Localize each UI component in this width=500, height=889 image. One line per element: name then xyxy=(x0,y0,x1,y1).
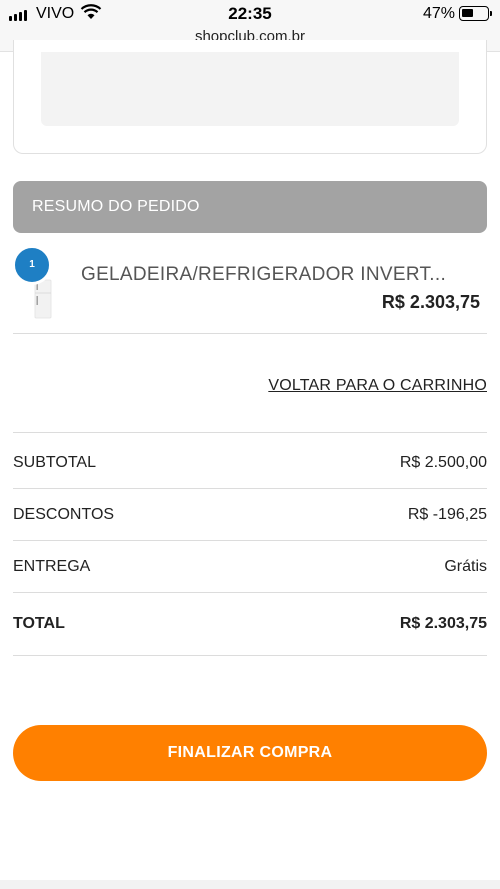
checkout-page: VIVO 22:35 47% shopclub.com.br RESUMO DO… xyxy=(0,0,500,889)
finalize-purchase-button[interactable]: FINALIZAR COMPRA xyxy=(13,725,487,781)
total-label: TOTAL xyxy=(13,615,65,632)
delivery-row: ENTREGA Grátis xyxy=(13,558,487,578)
quantity-badge: 1 xyxy=(12,245,52,285)
subtotal-row: SUBTOTAL R$ 2.500,00 xyxy=(13,454,487,474)
divider xyxy=(13,592,487,593)
subtotal-value: R$ 2.500,00 xyxy=(399,454,487,471)
delivery-value: Grátis xyxy=(444,558,487,575)
divider xyxy=(13,655,487,656)
battery-icon xyxy=(459,6,492,21)
total-value: R$ 2.303,75 xyxy=(399,615,487,632)
divider xyxy=(13,432,487,433)
discount-label: DESCONTOS xyxy=(13,506,115,523)
product-name: GELADEIRA/REFRIGERADOR INVERT... xyxy=(81,264,447,285)
discount-row: DESCONTOS R$ -196,25 xyxy=(13,506,487,526)
divider xyxy=(13,333,487,334)
divider xyxy=(13,488,487,489)
subtotal-label: SUBTOTAL xyxy=(13,454,96,471)
product-price: R$ 2.303,75 xyxy=(381,292,480,312)
total-row: TOTAL R$ 2.303,75 xyxy=(13,615,487,635)
status-bar: VIVO 22:35 47% xyxy=(0,0,500,28)
battery-percent: 47% xyxy=(423,5,456,22)
divider xyxy=(13,540,487,541)
previous-section-card xyxy=(13,40,487,154)
delivery-label: ENTREGA xyxy=(13,558,91,575)
previous-section-placeholder xyxy=(41,52,459,126)
bottom-bar xyxy=(0,880,500,889)
discount-value: R$ -196,25 xyxy=(407,506,487,523)
order-summary-header: RESUMO DO PEDIDO xyxy=(13,181,487,233)
back-to-cart-link[interactable]: VOLTAR PARA O CARRINHO xyxy=(268,377,487,395)
